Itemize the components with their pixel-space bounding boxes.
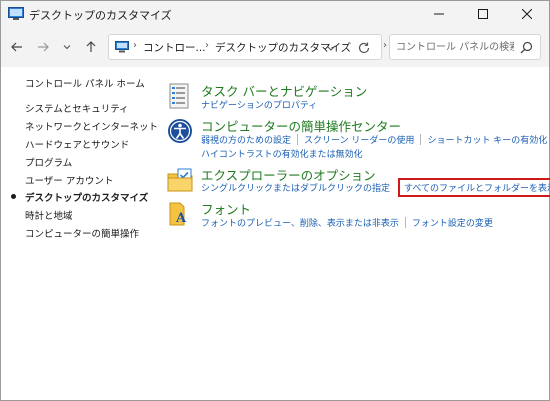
- link-show-all-files-folders[interactable]: すべてのファイルとフォルダーを表示: [398, 178, 550, 197]
- close-button[interactable]: [505, 1, 549, 27]
- search-input[interactable]: [396, 39, 514, 55]
- links-ease-of-access-row2: ハイコントラストの有効化または無効化: [201, 147, 363, 160]
- window-title: デスクトップのカスタマイズ: [29, 9, 172, 22]
- back-button[interactable]: [7, 37, 27, 57]
- sidebar-item-ease-of-access[interactable]: コンピューターの簡単操作: [25, 226, 139, 240]
- link-click-options[interactable]: シングルクリックまたはダブルクリックの指定: [201, 181, 390, 194]
- search-icon[interactable]: [520, 41, 533, 54]
- link-high-contrast[interactable]: ハイコントラストの有効化または無効化: [201, 147, 363, 160]
- address-box[interactable]: › コントロー... › デスクトップのカスタマイズ ›: [108, 34, 387, 60]
- link-low-vision-settings[interactable]: 弱視の方のための設定: [201, 133, 291, 146]
- control-panel-crumb-icon: [115, 41, 129, 53]
- crumb-separator[interactable]: ›: [383, 40, 387, 51]
- active-item-bullet: [11, 194, 16, 199]
- arrow-up-icon: [86, 41, 96, 52]
- sidebar-item-programs[interactable]: プログラム: [25, 155, 72, 169]
- maximize-button[interactable]: [461, 1, 505, 27]
- sidebar-item-network-internet[interactable]: ネットワークとインターネット: [25, 119, 158, 133]
- address-bar-row: › コントロー... › デスクトップのカスタマイズ ›: [1, 27, 549, 67]
- link-separator: [420, 134, 422, 145]
- maximize-icon: [478, 9, 488, 19]
- link-screen-reader[interactable]: スクリーン リーダーの使用: [304, 133, 414, 146]
- recent-locations-button[interactable]: [57, 37, 77, 57]
- sidebar-item-user-accounts[interactable]: ユーザー アカウント: [25, 173, 113, 187]
- arrow-right-icon: [38, 42, 49, 52]
- sidebar-control-panel-home[interactable]: コントロール パネル ホーム: [25, 76, 145, 90]
- ease-of-access-icon[interactable]: [167, 118, 193, 144]
- chevron-down-icon: [63, 45, 71, 50]
- sidebar-item-system-security[interactable]: システムとセキュリティ: [25, 101, 129, 115]
- links-ease-of-access: 弱視の方のための設定 スクリーン リーダーの使用 ショートカット キーの有効化: [201, 133, 547, 146]
- close-icon: [522, 9, 532, 19]
- control-panel-app-icon: [8, 7, 24, 20]
- refresh-icon[interactable]: [357, 41, 371, 55]
- search-box[interactable]: [389, 34, 541, 60]
- folder-options-icon[interactable]: [167, 167, 193, 193]
- link-separator: [404, 217, 406, 228]
- links-taskbar: ナビゲーションのプロパティ: [201, 98, 317, 111]
- links-explorer-options: シングルクリックまたはダブルクリックの指定 すべてのファイルとフォルダーを表示: [201, 178, 550, 197]
- sidebar-item-clock-region[interactable]: 時計と地域: [25, 208, 73, 222]
- links-fonts: フォントのプレビュー、削除、表示または非表示 フォント設定の変更: [201, 216, 493, 229]
- control-panel-window: デスクトップのカスタマイズ › コントロー... › デスクトップのカスタマイズ…: [0, 0, 550, 401]
- title-bar: デスクトップのカスタマイズ: [1, 1, 549, 27]
- link-separator: [297, 134, 299, 145]
- crumb-separator[interactable]: ›: [205, 40, 209, 51]
- crumb-control-panel[interactable]: コントロー...: [143, 40, 206, 55]
- crumb-separator[interactable]: ›: [133, 40, 137, 51]
- address-dropdown-icon[interactable]: [324, 41, 338, 55]
- sidebar-item-hardware-sound[interactable]: ハードウェアとサウンド: [25, 137, 129, 151]
- up-button[interactable]: [81, 37, 101, 57]
- link-font-preview[interactable]: フォントのプレビュー、削除、表示または非表示: [201, 216, 399, 229]
- left-navigation: コントロール パネル ホーム システムとセキュリティ ネットワークとインターネッ…: [1, 67, 158, 401]
- link-shortcut-keys[interactable]: ショートカット キーの有効化: [427, 133, 547, 146]
- fonts-icon[interactable]: A: [167, 201, 193, 227]
- forward-button[interactable]: [33, 37, 53, 57]
- link-navigation-properties[interactable]: ナビゲーションのプロパティ: [201, 98, 317, 111]
- link-font-settings[interactable]: フォント設定の変更: [412, 216, 493, 229]
- main-content: タスク バーとナビゲーション ナビゲーションのプロパティ コンピューターの簡単操…: [161, 67, 550, 401]
- svg-text:A: A: [175, 211, 187, 226]
- arrow-left-icon: [11, 42, 22, 52]
- sidebar-item-appearance-personalization[interactable]: デスクトップのカスタマイズ: [25, 190, 148, 204]
- minimize-icon: [434, 13, 444, 15]
- taskbar-icon[interactable]: [167, 83, 193, 109]
- minimize-button[interactable]: [417, 1, 461, 27]
